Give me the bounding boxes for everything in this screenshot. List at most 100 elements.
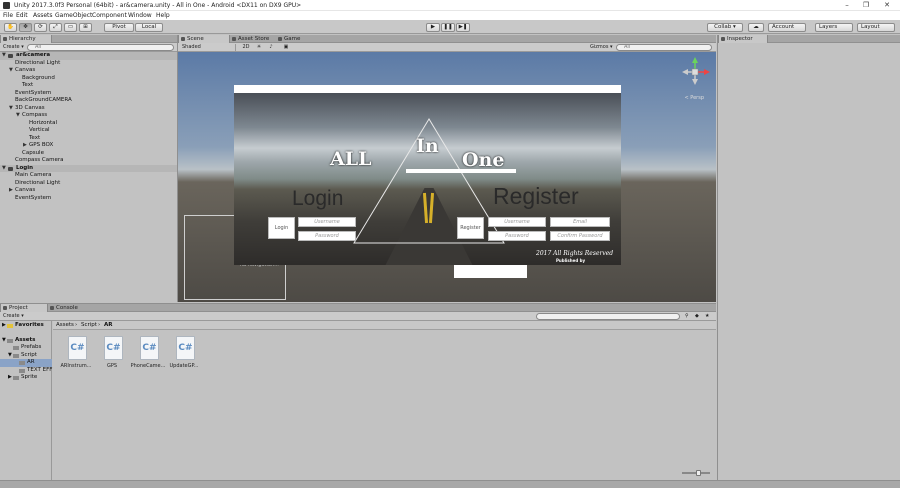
audio-icon[interactable]: ♪	[266, 44, 276, 51]
expand-arrow-icon[interactable]: ▼	[2, 337, 6, 345]
username-input[interactable]: Username	[298, 217, 356, 227]
hierarchy-item[interactable]: Text	[0, 82, 177, 90]
hierarchy-item[interactable]: ▶ GPS BOX	[0, 142, 177, 150]
hierarchy-item[interactable]: ▼ Compass	[0, 112, 177, 120]
register-confirm-input[interactable]: Confirm Password	[550, 231, 610, 241]
close-button[interactable]: ✕	[882, 1, 892, 10]
hierarchy-item[interactable]: Compass Camera	[0, 157, 177, 165]
hierarchy-item[interactable]: Vertical	[0, 127, 177, 135]
project-file-item[interactable]: C# GPS	[94, 336, 130, 378]
login-button[interactable]: Login	[268, 217, 295, 239]
hierarchy-item[interactable]: Horizontal	[0, 120, 177, 128]
hierarchy-item[interactable]: EventSystem	[0, 90, 177, 98]
tab-project[interactable]: Project	[0, 304, 48, 312]
effects-dropdown[interactable]: ▣	[278, 44, 294, 51]
pause-button[interactable]: ❚❚	[441, 23, 455, 32]
scale-tool-button[interactable]: ⤢	[49, 23, 62, 32]
scene-search-input[interactable]: All	[616, 44, 712, 51]
expand-arrow-icon[interactable]: ▼	[16, 112, 20, 120]
tab-hierarchy[interactable]: Hierarchy	[0, 35, 52, 43]
hand-tool-button[interactable]: ✋	[4, 23, 17, 32]
collapse-arrow-icon[interactable]: ▶	[8, 374, 12, 382]
play-button[interactable]: ▶	[426, 23, 440, 32]
hierarchy-item[interactable]: ▶ Canvas	[0, 187, 177, 195]
orientation-gizmo[interactable]	[680, 57, 710, 87]
move-tool-button[interactable]: ✥	[19, 23, 32, 32]
project-folder-item[interactable]: AR	[0, 359, 52, 367]
hierarchy-create-button[interactable]: Create ▾	[3, 44, 24, 51]
expand-arrow-icon[interactable]: ▼	[2, 52, 6, 60]
register-button[interactable]: Register	[457, 217, 484, 239]
hierarchy-item[interactable]: Capsule	[0, 150, 177, 158]
menu-window[interactable]: Window	[128, 12, 152, 19]
tab-console[interactable]: Console	[48, 304, 88, 312]
hierarchy-search-input[interactable]: All	[27, 44, 174, 51]
hierarchy-scene-row[interactable]: ▼ Login	[0, 164, 177, 173]
collab-dropdown[interactable]: Collab ▾	[707, 23, 743, 32]
menu-edit[interactable]: Edit	[16, 12, 28, 19]
project-folder-item[interactable]: ▼ Script	[0, 352, 52, 360]
light-icon[interactable]: ☀	[254, 44, 264, 51]
menu-file[interactable]: File	[3, 12, 13, 19]
password-input[interactable]: Password	[298, 231, 356, 241]
filter-type-icon[interactable]: ⚲	[685, 313, 693, 320]
collapse-arrow-icon[interactable]: ▶	[9, 187, 13, 195]
scene-viewport[interactable]: nd navigation... ALL In One Login Regist…	[178, 52, 716, 302]
hierarchy-item[interactable]: Background	[0, 75, 177, 83]
shading-mode-dropdown[interactable]: Shaded	[182, 44, 236, 51]
icon-size-slider[interactable]	[682, 470, 710, 476]
menu-gameobject[interactable]: GameObject	[55, 12, 92, 19]
expand-arrow-icon[interactable]: ▼	[8, 352, 12, 360]
breadcrumb-ar[interactable]: AR	[104, 322, 113, 328]
hierarchy-item[interactable]: ▼ Canvas	[0, 67, 177, 75]
project-folder-item[interactable]: ▶ Favorites	[0, 322, 52, 330]
expand-arrow-icon[interactable]: ▼	[9, 67, 13, 75]
project-folder-item[interactable]: ▼ Assets	[0, 337, 52, 345]
hierarchy-item[interactable]: BackGroundCAMERA	[0, 97, 177, 105]
register-email-input[interactable]: Email	[550, 217, 610, 227]
rotate-tool-button[interactable]: ⟳	[34, 23, 47, 32]
layers-dropdown[interactable]: Layers	[815, 23, 853, 32]
filter-label-icon[interactable]: ◆	[695, 313, 703, 320]
hierarchy-scene-row[interactable]: ▼ ar&camera	[0, 52, 177, 60]
register-username-input[interactable]: Username	[488, 217, 546, 227]
login-ui-preview[interactable]: ALL In One Login Register Login Username…	[234, 85, 621, 265]
hierarchy-item[interactable]: Directional Light	[0, 180, 177, 188]
project-create-button[interactable]: Create ▾	[3, 313, 24, 320]
project-folder-item[interactable]: Prefabs	[0, 344, 52, 352]
collapse-arrow-icon[interactable]: ▶	[2, 322, 6, 330]
hierarchy-item[interactable]: Text	[0, 135, 177, 143]
tab-asset-store[interactable]: Asset Store	[230, 35, 276, 43]
step-button[interactable]: ▶❚	[456, 23, 470, 32]
transform-tool-button[interactable]: ⊞	[79, 23, 92, 32]
collapse-arrow-icon[interactable]: ▶	[23, 142, 27, 150]
hierarchy-item[interactable]: EventSystem	[0, 195, 177, 203]
cloud-icon[interactable]: ☁	[748, 23, 764, 32]
tab-game[interactable]: Game	[276, 35, 312, 43]
hierarchy-item[interactable]: Main Camera	[0, 172, 177, 180]
project-folder-item[interactable]: TEXT EFF	[0, 367, 52, 375]
expand-arrow-icon[interactable]: ▼	[2, 165, 6, 173]
perspective-label[interactable]: < Persp	[684, 95, 704, 101]
project-search-input[interactable]	[536, 313, 680, 320]
project-file-item[interactable]: C# PhoneCame...	[130, 336, 166, 378]
expand-arrow-icon[interactable]: ▼	[9, 105, 13, 113]
hierarchy-item[interactable]: ▼ 3D Canvas	[0, 105, 177, 113]
2d-toggle[interactable]: 2D	[240, 44, 252, 51]
favorite-star-icon[interactable]: ★	[705, 313, 713, 320]
menu-help[interactable]: Help	[156, 12, 170, 19]
gizmos-dropdown[interactable]: Gizmos ▾	[590, 44, 613, 51]
local-toggle[interactable]: Local	[135, 23, 163, 32]
tab-inspector[interactable]: Inspector	[718, 35, 768, 43]
breadcrumb-script[interactable]: Script	[81, 322, 97, 328]
pivot-toggle[interactable]: Pivot	[104, 23, 134, 32]
register-password-input[interactable]: Password	[488, 231, 546, 241]
breadcrumb-assets[interactable]: Assets	[56, 322, 74, 328]
project-file-item[interactable]: C# UpdateGP...	[166, 336, 202, 378]
account-dropdown[interactable]: Account	[768, 23, 806, 32]
slider-thumb[interactable]	[696, 470, 701, 476]
rect-tool-button[interactable]: ▭	[64, 23, 77, 32]
layout-dropdown[interactable]: Layout	[857, 23, 895, 32]
project-folder-item[interactable]: ▶ Sprite	[0, 374, 52, 382]
project-file-item[interactable]: C# ARInstrum...	[58, 336, 94, 378]
